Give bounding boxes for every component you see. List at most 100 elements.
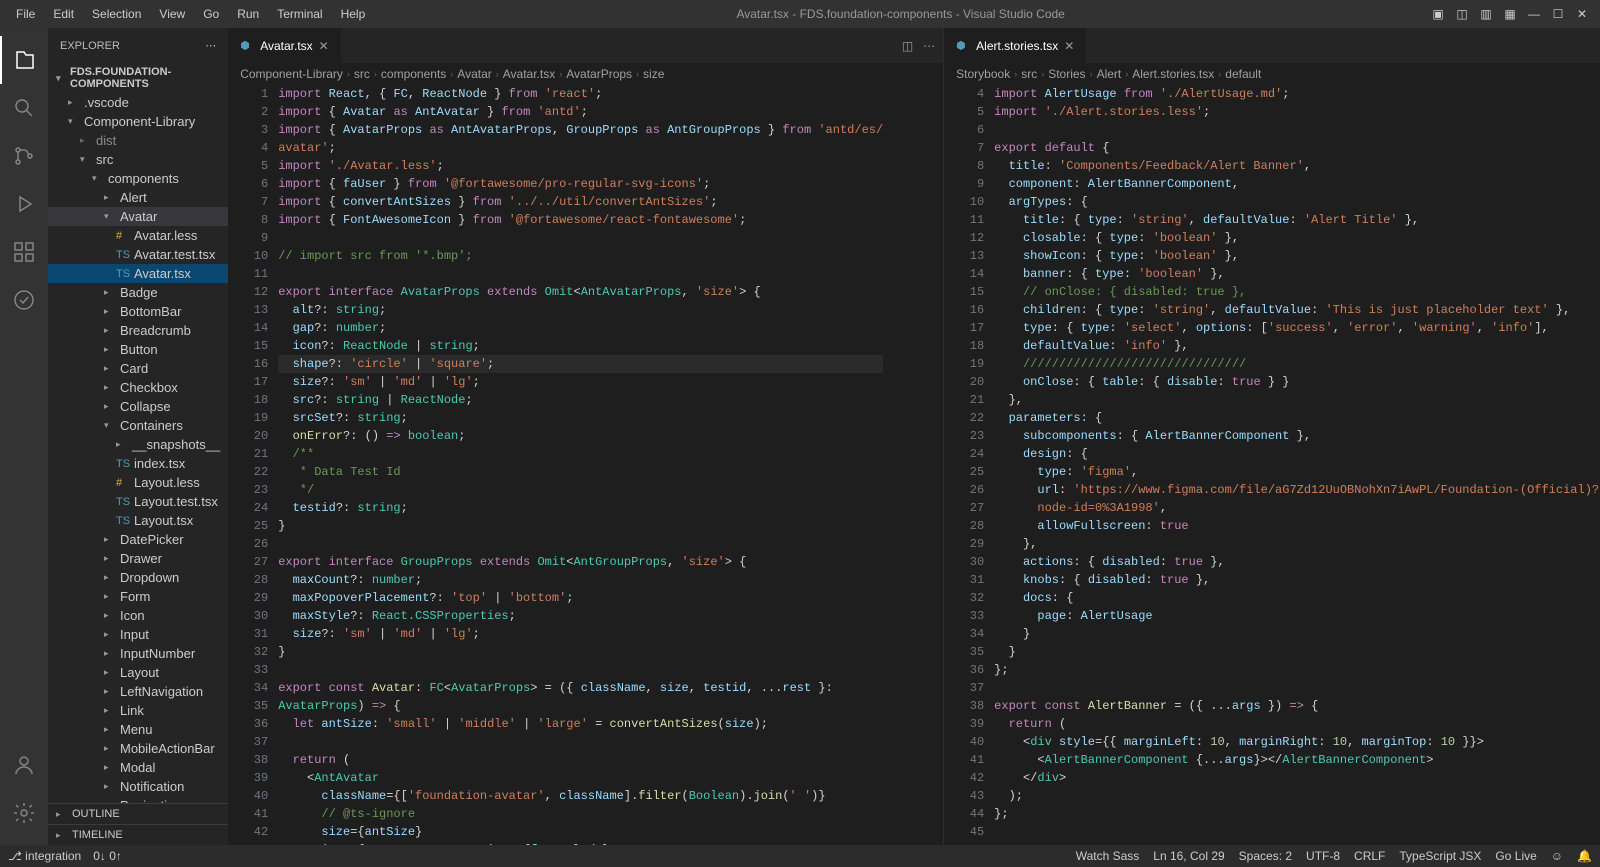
breadcrumb-item[interactable]: Stories bbox=[1048, 67, 1085, 81]
menu-terminal[interactable]: Terminal bbox=[269, 3, 330, 25]
source-control-icon[interactable] bbox=[0, 132, 48, 180]
folder-link[interactable]: ▸Link bbox=[48, 701, 228, 720]
folder-menu[interactable]: ▸Menu bbox=[48, 720, 228, 739]
liveshare-icon[interactable] bbox=[0, 276, 48, 324]
folder-collapse[interactable]: ▸Collapse bbox=[48, 397, 228, 416]
folder-icon[interactable]: ▸Icon bbox=[48, 606, 228, 625]
file-layout-less[interactable]: #Layout.less bbox=[48, 473, 228, 492]
folder-inputnumber[interactable]: ▸InputNumber bbox=[48, 644, 228, 663]
folder-layout[interactable]: ▸Layout bbox=[48, 663, 228, 682]
folder-datepicker[interactable]: ▸DatePicker bbox=[48, 530, 228, 549]
folder-form[interactable]: ▸Form bbox=[48, 587, 228, 606]
folder-__snapshots__[interactable]: ▸__snapshots__ bbox=[48, 435, 228, 454]
close-icon[interactable]: ✕ bbox=[1572, 4, 1592, 24]
folder-input[interactable]: ▸Input bbox=[48, 625, 228, 644]
layout-icon[interactable]: ◫ bbox=[1452, 4, 1472, 24]
breadcrumb-item[interactable]: Alert.stories.tsx bbox=[1132, 67, 1214, 81]
menu-selection[interactable]: Selection bbox=[84, 3, 149, 25]
file-index-tsx[interactable]: TSindex.tsx bbox=[48, 454, 228, 473]
folder-notification[interactable]: ▸Notification bbox=[48, 777, 228, 796]
folder-src[interactable]: ▾src bbox=[48, 150, 228, 169]
explorer-icon[interactable] bbox=[0, 36, 48, 84]
split-icon[interactable]: ◫ bbox=[902, 39, 913, 53]
menu-view[interactable]: View bbox=[151, 3, 193, 25]
breadcrumb-item[interactable]: Avatar.tsx bbox=[503, 67, 555, 81]
settings-icon[interactable] bbox=[0, 789, 48, 837]
tab-avatar[interactable]: ⬢ Avatar.tsx ✕ bbox=[228, 28, 342, 63]
encoding-indicator[interactable]: UTF-8 bbox=[1306, 849, 1340, 863]
layout-icon[interactable]: ▥ bbox=[1476, 4, 1496, 24]
search-icon[interactable] bbox=[0, 84, 48, 132]
outline-section[interactable]: ▸ OUTLINE bbox=[48, 803, 228, 824]
breadcrumb-item[interactable]: Component-Library bbox=[240, 67, 343, 81]
menu-file[interactable]: File bbox=[8, 3, 43, 25]
folder-breadcrumb[interactable]: ▸Breadcrumb bbox=[48, 321, 228, 340]
folder-components[interactable]: ▾components bbox=[48, 169, 228, 188]
minimize-icon[interactable]: — bbox=[1524, 4, 1544, 24]
menu-run[interactable]: Run bbox=[229, 3, 267, 25]
folder-alert[interactable]: ▸Alert bbox=[48, 188, 228, 207]
file-avatar-test-tsx[interactable]: TSAvatar.test.tsx bbox=[48, 245, 228, 264]
breadcrumb-item[interactable]: components bbox=[381, 67, 446, 81]
breadcrumb[interactable]: Component-Library›src›components›Avatar›… bbox=[228, 63, 943, 85]
breadcrumb[interactable]: Storybook›src›Stories›Alert›Alert.storie… bbox=[944, 63, 1600, 85]
folder-checkbox[interactable]: ▸Checkbox bbox=[48, 378, 228, 397]
file-layout-test-tsx[interactable]: TSLayout.test.tsx bbox=[48, 492, 228, 511]
folder-button[interactable]: ▸Button bbox=[48, 340, 228, 359]
folder--vscode[interactable]: ▸.vscode bbox=[48, 93, 228, 112]
file-avatar-less[interactable]: #Avatar.less bbox=[48, 226, 228, 245]
cursor-position[interactable]: Ln 16, Col 29 bbox=[1153, 849, 1224, 863]
folder-card[interactable]: ▸Card bbox=[48, 359, 228, 378]
golive-indicator[interactable]: Go Live bbox=[1495, 849, 1536, 863]
breadcrumb-item[interactable]: AvatarProps bbox=[566, 67, 632, 81]
eol-indicator[interactable]: CRLF bbox=[1354, 849, 1385, 863]
project-header[interactable]: ▾ FDS.FOUNDATION-COMPONENTS bbox=[48, 63, 228, 93]
file-layout-tsx[interactable]: TSLayout.tsx bbox=[48, 511, 228, 530]
notifications-icon[interactable]: 🔔 bbox=[1577, 849, 1592, 863]
branch-indicator[interactable]: ⎇ integration bbox=[8, 849, 81, 863]
feedback-icon[interactable]: ☺ bbox=[1551, 849, 1563, 863]
spaces-indicator[interactable]: Spaces: 2 bbox=[1239, 849, 1292, 863]
minimap[interactable] bbox=[883, 85, 943, 845]
timeline-section[interactable]: ▸ TIMELINE bbox=[48, 824, 228, 845]
folder-drawer[interactable]: ▸Drawer bbox=[48, 549, 228, 568]
breadcrumb-item[interactable]: Alert bbox=[1097, 67, 1122, 81]
language-indicator[interactable]: TypeScript JSX bbox=[1399, 849, 1481, 863]
folder-dist[interactable]: ▸dist bbox=[48, 131, 228, 150]
code-editor[interactable]: 4567891011121314151617181920212223242526… bbox=[944, 85, 1600, 845]
folder-pagination[interactable]: ▸Pagination bbox=[48, 796, 228, 803]
folder-avatar[interactable]: ▾Avatar bbox=[48, 207, 228, 226]
more-icon[interactable]: ⋯ bbox=[205, 39, 216, 52]
more-icon[interactable]: ⋯ bbox=[923, 39, 935, 53]
layout-icon[interactable]: ▦ bbox=[1500, 4, 1520, 24]
breadcrumb-item[interactable]: src bbox=[1021, 67, 1037, 81]
folder-mobileactionbar[interactable]: ▸MobileActionBar bbox=[48, 739, 228, 758]
maximize-icon[interactable]: ☐ bbox=[1548, 4, 1568, 24]
extensions-icon[interactable] bbox=[0, 228, 48, 276]
folder-containers[interactable]: ▾Containers bbox=[48, 416, 228, 435]
menu-edit[interactable]: Edit bbox=[45, 3, 82, 25]
tab-alert-stories[interactable]: ⬢ Alert.stories.tsx ✕ bbox=[944, 28, 1087, 63]
watch-sass[interactable]: Watch Sass bbox=[1076, 849, 1140, 863]
menu-go[interactable]: Go bbox=[195, 3, 227, 25]
menu-help[interactable]: Help bbox=[333, 3, 374, 25]
close-icon[interactable]: ✕ bbox=[1064, 39, 1074, 53]
breadcrumb-item[interactable]: size bbox=[643, 67, 664, 81]
folder-modal[interactable]: ▸Modal bbox=[48, 758, 228, 777]
folder-bottombar[interactable]: ▸BottomBar bbox=[48, 302, 228, 321]
folder-leftnavigation[interactable]: ▸LeftNavigation bbox=[48, 682, 228, 701]
breadcrumb-item[interactable]: default bbox=[1225, 67, 1261, 81]
breadcrumb-item[interactable]: Storybook bbox=[956, 67, 1010, 81]
layout-icon[interactable]: ▣ bbox=[1428, 4, 1448, 24]
sync-indicator[interactable]: 0↓ 0↑ bbox=[93, 849, 122, 863]
close-icon[interactable]: ✕ bbox=[319, 39, 329, 53]
code-editor[interactable]: 1234567891011121314151617181920212223242… bbox=[228, 85, 943, 845]
folder-dropdown[interactable]: ▸Dropdown bbox=[48, 568, 228, 587]
run-debug-icon[interactable] bbox=[0, 180, 48, 228]
folder-component-library[interactable]: ▾Component-Library bbox=[48, 112, 228, 131]
folder-badge[interactable]: ▸Badge bbox=[48, 283, 228, 302]
file-avatar-tsx[interactable]: TSAvatar.tsx bbox=[48, 264, 228, 283]
breadcrumb-item[interactable]: src bbox=[354, 67, 370, 81]
breadcrumb-item[interactable]: Avatar bbox=[457, 67, 491, 81]
account-icon[interactable] bbox=[0, 741, 48, 789]
